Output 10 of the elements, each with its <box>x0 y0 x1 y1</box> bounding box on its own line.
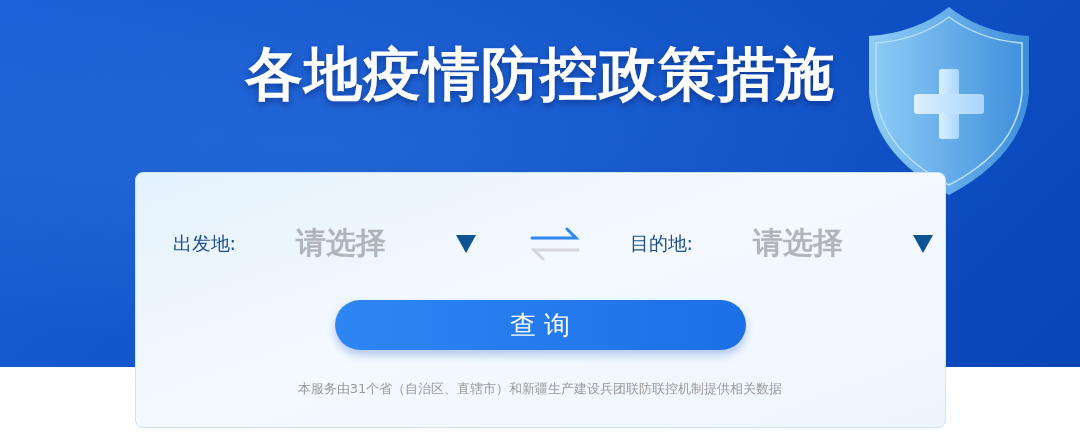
field-label: 出发地: <box>172 230 237 256</box>
dropdown-triangle-icon <box>912 234 933 253</box>
dropdown-triangle-icon <box>455 234 476 253</box>
field-label: 目的地: <box>629 230 694 256</box>
page-title: 各地疫情防控政策措施 <box>245 39 835 110</box>
query-button[interactable]: 查 询 <box>334 300 746 350</box>
select-field[interactable]: 请选择 <box>752 223 933 264</box>
shield-icon <box>866 5 1032 197</box>
select-field[interactable]: 请选择 <box>295 223 476 264</box>
footnote: 本服务由31个省（自治区、直辖市）和新疆生产建设兵团联防联控机制提供相关数据 <box>297 380 783 398</box>
